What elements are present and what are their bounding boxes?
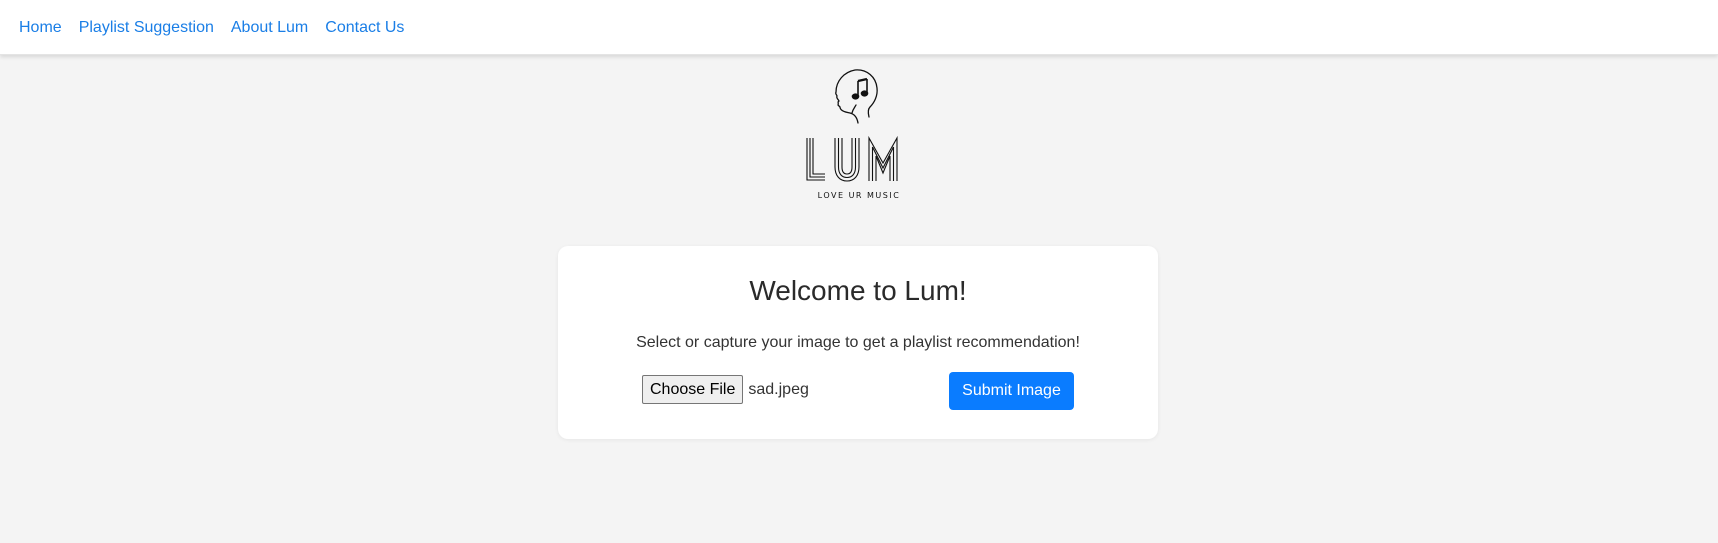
nav-links: Home Playlist Suggestion About Lum Conta…	[0, 0, 1718, 55]
nav-link-home[interactable]: Home	[19, 19, 62, 37]
nav-link-contact-us[interactable]: Contact Us	[325, 19, 404, 37]
lum-wordmark	[806, 135, 898, 182]
welcome-heading: Welcome to Lum!	[749, 275, 967, 306]
submit-image-button[interactable]: Submit Image	[949, 372, 1074, 410]
music-note-icon	[851, 77, 869, 100]
selected-file-name: sad.jpeg	[748, 380, 809, 398]
nav-link-playlist-suggestion[interactable]: Playlist Suggestion	[79, 19, 214, 37]
nav-link-about-lum[interactable]: About Lum	[231, 19, 308, 37]
upload-instructions: Select or capture your image to get a pl…	[636, 334, 1080, 351]
upload-card: Welcome to Lum! Select or capture your i…	[558, 246, 1158, 439]
top-navbar: Home Playlist Suggestion About Lum Conta…	[0, 0, 1718, 55]
file-input[interactable]: Choose File sad.jpeg	[642, 375, 809, 404]
lum-logo: LOVE UR MUSIC	[800, 67, 918, 205]
choose-file-button[interactable]: Choose File	[642, 375, 744, 404]
logo-tagline: LOVE UR MUSIC	[817, 191, 901, 200]
